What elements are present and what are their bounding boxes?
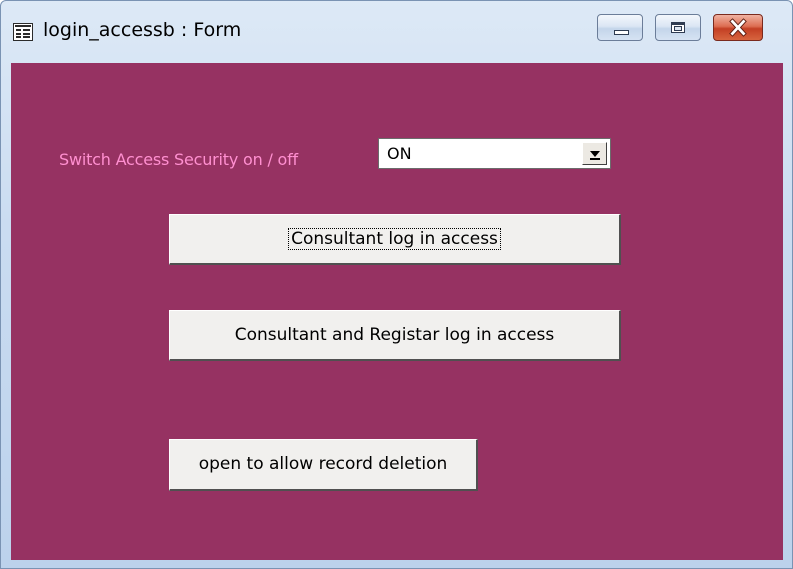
dropdown-arrow-icon: [590, 151, 600, 157]
security-switch-label: Switch Access Security on / off: [59, 150, 298, 169]
consultant-login-label: Consultant log in access: [288, 228, 501, 250]
maximize-icon: [671, 22, 685, 33]
maximize-button[interactable]: [655, 14, 701, 41]
minimize-icon: [614, 30, 629, 35]
record-deletion-label: open to allow record deletion: [198, 454, 448, 474]
consultant-registrar-login-label: Consultant and Registar log in access: [234, 325, 555, 345]
security-switch-value: ON: [387, 144, 412, 163]
security-switch-combo[interactable]: ON: [378, 138, 611, 169]
consultant-login-button[interactable]: Consultant log in access: [169, 214, 621, 265]
record-deletion-button[interactable]: open to allow record deletion: [169, 439, 478, 491]
form-icon[interactable]: [13, 23, 33, 41]
close-icon: [729, 18, 747, 37]
minimize-button[interactable]: [597, 14, 643, 41]
title-bar[interactable]: login_accessb : Form: [1, 1, 792, 61]
consultant-registrar-login-button[interactable]: Consultant and Registar log in access: [169, 310, 621, 361]
form-window: login_accessb : Form Switch Access Secur…: [0, 0, 793, 569]
close-button[interactable]: [713, 14, 763, 41]
dropdown-button[interactable]: [582, 142, 607, 165]
form-body: Switch Access Security on / off ON Consu…: [11, 63, 783, 560]
window-title: login_accessb : Form: [43, 19, 242, 41]
